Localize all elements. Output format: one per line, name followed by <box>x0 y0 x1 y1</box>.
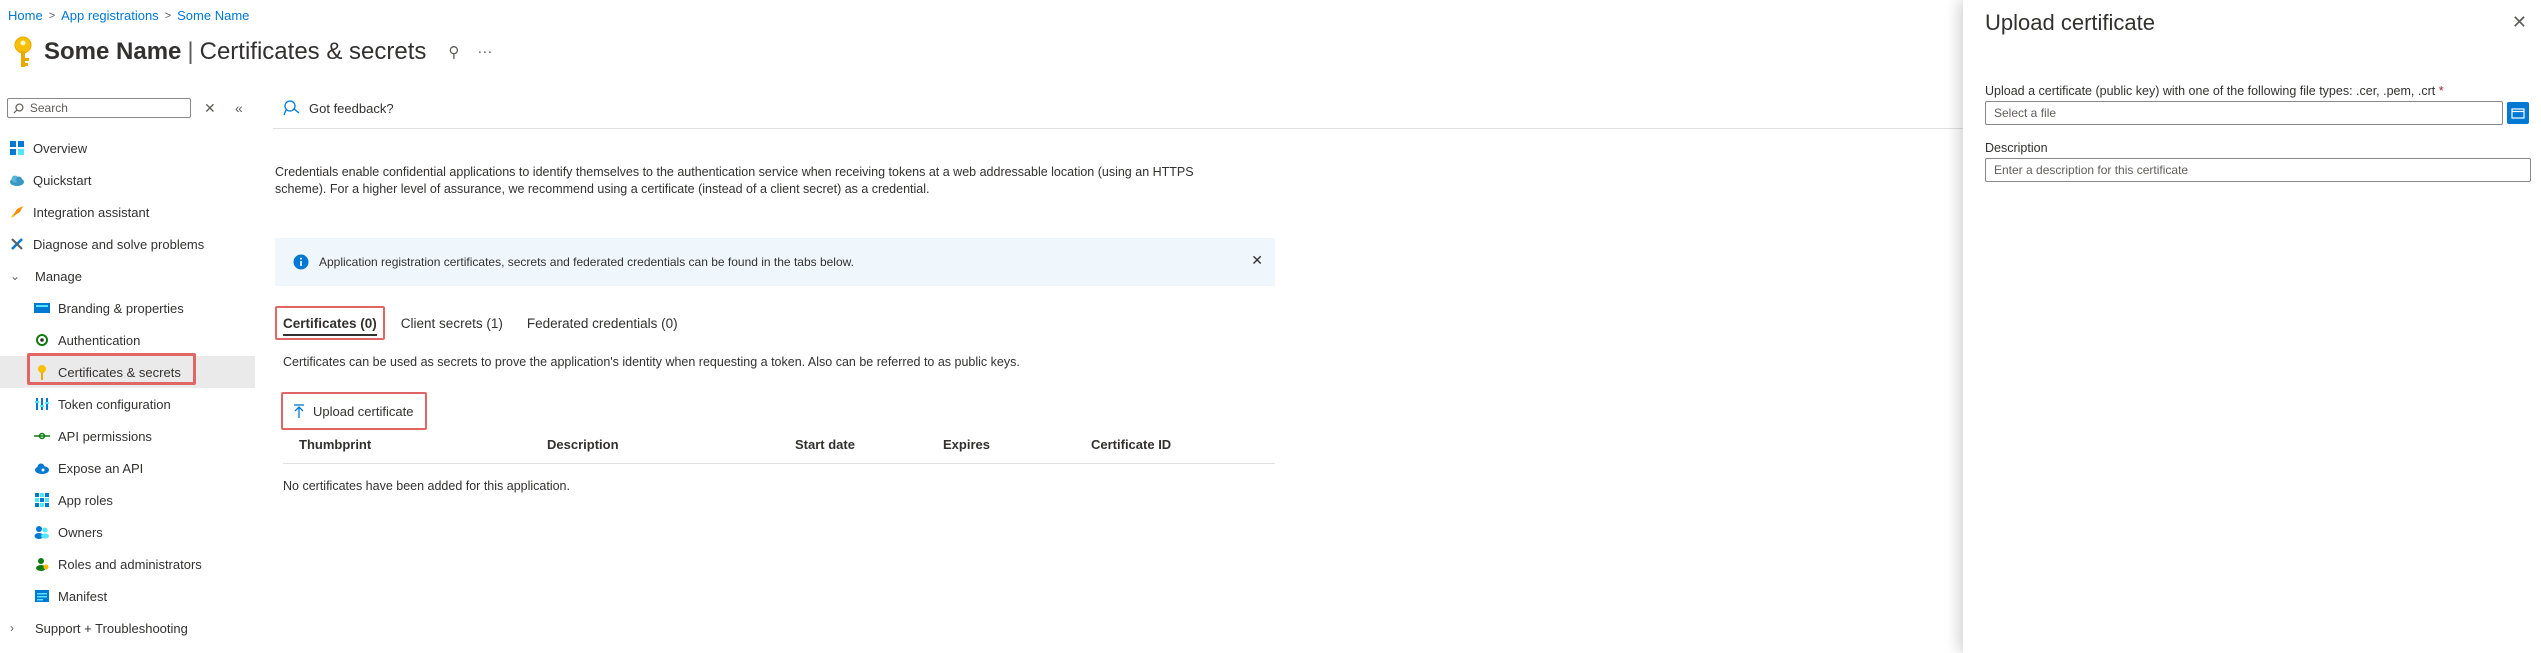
column-header-expires[interactable]: Expires <box>943 437 990 452</box>
close-icon[interactable]: ✕ <box>2512 12 2527 33</box>
breadcrumb-home[interactable]: Home <box>8 8 43 23</box>
empty-table-message: No certificates have been added for this… <box>283 479 570 493</box>
cloud-icon <box>8 171 26 189</box>
sidebar-item-label: Authentication <box>58 332 141 348</box>
breadcrumb-some-name[interactable]: Some Name <box>177 8 249 23</box>
bars-icon <box>33 395 51 413</box>
browse-file-button[interactable] <box>2507 102 2529 124</box>
sidebar-item-label: Roles and administrators <box>58 556 202 572</box>
sidebar-item-label: Quickstart <box>33 172 92 188</box>
wrench-icon <box>8 235 26 253</box>
sidebar-item-label: Integration assistant <box>33 204 150 220</box>
search-input[interactable] <box>27 100 190 116</box>
sidebar-item-label: Expose an API <box>58 460 144 476</box>
sidebar-item-quickstart[interactable]: Quickstart <box>0 164 255 196</box>
clear-search-icon[interactable]: ✕ <box>204 100 216 117</box>
sidebar-item-label: Manage <box>35 268 82 284</box>
sidebar-item-label: Owners <box>58 524 103 540</box>
tab-federated-credentials[interactable]: Federated credentials (0) <box>519 306 686 340</box>
sidebar-item-label: Overview <box>33 140 88 156</box>
tab-description: Certificates can be used as secrets to p… <box>283 355 1020 369</box>
table-header-divider <box>283 463 1275 464</box>
grid-icon <box>8 139 26 157</box>
upload-certificate-button[interactable]: Upload certificate <box>281 392 428 430</box>
chevron-right-icon: > <box>164 9 172 22</box>
chevron-right-icon: > <box>48 9 56 22</box>
sidebar-item-label: Manifest <box>58 588 108 604</box>
sidebar-item-diagnose[interactable]: Diagnose and solve problems <box>0 228 255 260</box>
sidebar-item-app-roles[interactable]: App roles <box>0 484 255 516</box>
sidebar-item-authentication[interactable]: Authentication <box>0 324 255 356</box>
sidebar-item-api-permissions[interactable]: API permissions <box>0 420 255 452</box>
sidebar-item-owners[interactable]: Owners <box>0 516 255 548</box>
upload-certificate-panel: Upload certificate ✕ Upload a certificat… <box>1963 0 2541 653</box>
feedback-label: Got feedback? <box>309 100 394 116</box>
rocket-icon <box>8 203 26 221</box>
search-icon <box>13 102 24 113</box>
column-header-description[interactable]: Description <box>547 437 619 452</box>
toolbar-divider <box>273 128 1963 129</box>
sidebar-group-support[interactable]: › Support + Troubleshooting <box>0 612 255 644</box>
sidebar-item-label: App roles <box>58 492 113 508</box>
file-select-input[interactable] <box>1986 102 2502 124</box>
chevron-right-icon: › <box>10 621 14 635</box>
cloud-api-icon <box>33 459 51 477</box>
sidebar-nav: Overview Quickstart Integration assistan… <box>0 132 255 644</box>
person-icon <box>33 555 51 573</box>
sidebar-item-label: Branding & properties <box>58 300 184 316</box>
people-icon <box>33 523 51 541</box>
column-header-certificate-id[interactable]: Certificate ID <box>1091 437 1171 452</box>
more-icon[interactable]: ··· <box>477 43 492 61</box>
column-header-thumbprint[interactable]: Thumbprint <box>299 437 371 452</box>
manifest-icon <box>33 587 51 605</box>
description-input[interactable] <box>1986 159 2530 181</box>
tab-client-secrets[interactable]: Client secrets (1) <box>393 306 511 340</box>
chevron-down-icon: ⌄ <box>10 269 21 283</box>
intro-text: Credentials enable confidential applicat… <box>275 165 1194 196</box>
sidebar-search[interactable] <box>7 98 191 118</box>
feedback-icon <box>283 100 300 116</box>
sidebar-item-roles-admins[interactable]: Roles and administrators <box>0 548 255 580</box>
card-icon <box>33 299 51 317</box>
feedback-link[interactable]: Got feedback? <box>283 100 394 116</box>
sidebar-item-token-configuration[interactable]: Token configuration <box>0 388 255 420</box>
page-title: Some Name | Certificates & secrets <box>44 38 427 65</box>
sidebar-item-overview[interactable]: Overview <box>0 132 255 164</box>
breadcrumb: Home > App registrations > Some Name <box>8 8 249 23</box>
description-field[interactable] <box>1985 158 2531 182</box>
tab-certificates[interactable]: Certificates (0) <box>275 306 385 340</box>
description-field-label: Description <box>1985 141 2048 155</box>
page-header: Some Name | Certificates & secrets ⚲ ··· <box>12 34 492 70</box>
sidebar-item-integration-assistant[interactable]: Integration assistant <box>0 196 255 228</box>
folder-icon <box>2511 108 2525 119</box>
key-icon <box>12 34 34 70</box>
info-icon <box>293 254 309 270</box>
column-header-start-date[interactable]: Start date <box>795 437 855 452</box>
sidebar-item-label: Diagnose and solve problems <box>33 236 205 252</box>
upload-icon <box>294 404 304 418</box>
arrows-icon <box>33 427 51 445</box>
close-icon[interactable]: ✕ <box>1251 252 1263 269</box>
sidebar-item-branding[interactable]: Branding & properties <box>0 292 255 324</box>
sidebar-item-label: API permissions <box>58 428 152 444</box>
sidebar-item-label: Support + Troubleshooting <box>35 620 188 636</box>
required-mark: * <box>2438 84 2444 98</box>
info-text: Application registration certificates, s… <box>319 255 854 269</box>
credential-tabs: Certificates (0) Client secrets (1) Fede… <box>275 306 694 340</box>
file-field-label: Upload a certificate (public key) with o… <box>1985 84 2444 98</box>
sidebar-item-manifest[interactable]: Manifest <box>0 580 255 612</box>
grid-roles-icon <box>33 491 51 509</box>
sidebar-item-expose-api[interactable]: Expose an API <box>0 452 255 484</box>
sidebar-selection-highlight <box>27 353 196 385</box>
refresh-icon <box>33 331 51 349</box>
info-banner: Application registration certificates, s… <box>275 238 1275 286</box>
sidebar-group-manage[interactable]: ⌄ Manage <box>0 260 255 292</box>
sidebar-item-label: Token configuration <box>58 396 171 412</box>
pin-icon[interactable]: ⚲ <box>448 43 459 61</box>
upload-certificate-label: Upload certificate <box>313 403 414 419</box>
file-select-field[interactable] <box>1985 101 2503 125</box>
breadcrumb-app-registrations[interactable]: App registrations <box>61 8 159 23</box>
collapse-sidebar-icon[interactable]: « <box>235 100 243 116</box>
panel-title: Upload certificate <box>1985 10 2155 35</box>
